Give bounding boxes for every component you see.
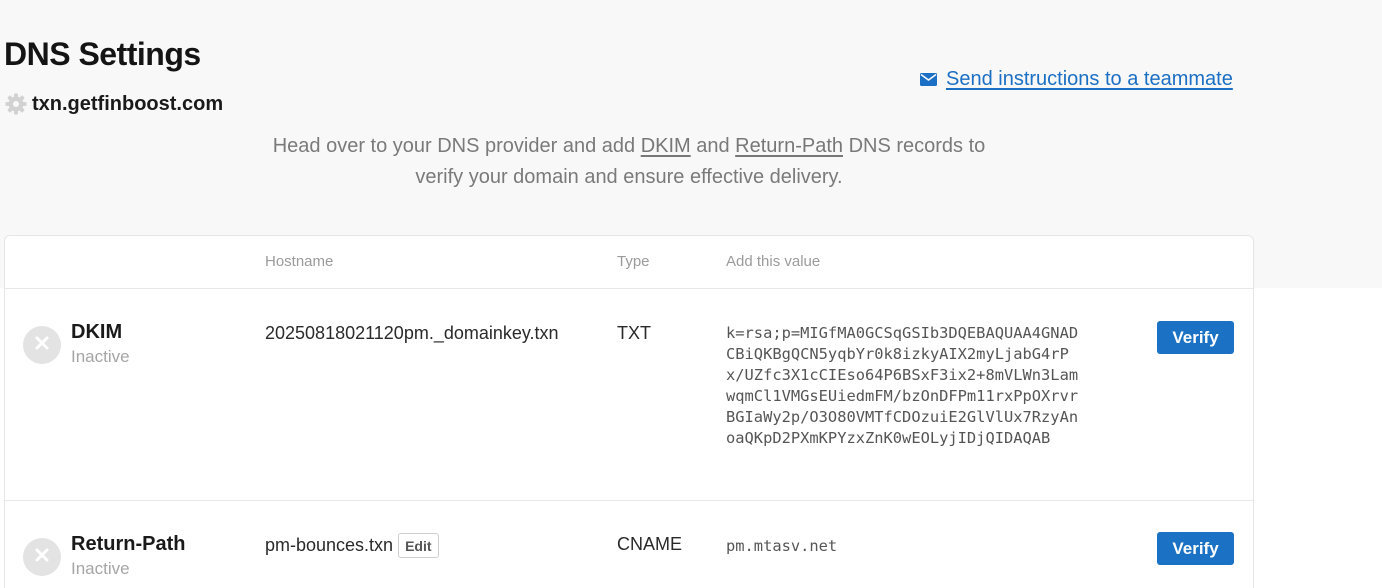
record-hostname[interactable]: pm-bounces.txn (265, 535, 393, 556)
record-value-line: BGIaWy2p/O3O80VMTfCDOzuiE2GlVlUx7RzyAn (726, 407, 1079, 426)
inactive-status-icon (23, 538, 61, 576)
envelope-icon (920, 73, 937, 86)
record-hostname-cell: pm-bounces.txn Edit (265, 533, 439, 558)
intro-text-end: DNS records to (843, 135, 986, 157)
record-status: Inactive (71, 559, 130, 578)
return-path-help-link[interactable]: Return-Path (735, 135, 843, 157)
intro-text-and: and (690, 135, 736, 157)
record-name: DKIM (71, 321, 123, 343)
record-value[interactable]: k=rsa;p=MIGfMA0GCSqGSIb3DQEBAQUAA4GNAD CB… (726, 323, 1078, 448)
record-value-line: x/UZfc3X1cCIEso64P6BSxF3ix2+8mVLWn3Lam (726, 365, 1079, 384)
intro-text: Head over to your DNS provider and add D… (229, 131, 1029, 193)
domain-name: txn.getfinboost.com (32, 92, 224, 115)
record-value[interactable]: pm.mtasv.net (726, 536, 837, 557)
record-value-line: k=rsa;p=MIGfMA0GCSqGSIb3DQEBAQUAA4GNAD (726, 324, 1079, 342)
verify-dkim-button[interactable]: Verify (1157, 321, 1234, 354)
inactive-status-icon (23, 326, 61, 364)
intro-text-line-2: verify your domain and ensure effective … (415, 166, 843, 188)
table-header-divider (5, 288, 1253, 289)
record-value-line: wqmCl1VMGsEUiedmFM/bzOnDFPm11rxPpOXrvr (726, 386, 1079, 405)
record-type: TXT (617, 323, 651, 343)
record-status: Inactive (71, 347, 130, 366)
verify-return-path-button[interactable]: Verify (1157, 532, 1234, 565)
row-divider (5, 500, 1253, 501)
record-value-line: CBiQKBgQCN5yqbYr0k8izkyAIX2myLjabG4rP (726, 344, 1069, 363)
record-type: CNAME (617, 534, 683, 554)
record-name: Return-Path (71, 533, 186, 555)
record-hostname[interactable]: 20250818021120pm._domainkey.txn (265, 323, 559, 344)
send-instructions-link[interactable]: Send instructions to a teammate (920, 68, 1233, 91)
send-instructions-label: Send instructions to a teammate (946, 68, 1233, 90)
column-header-hostname: Hostname (265, 253, 334, 270)
page-title: DNS Settings (4, 36, 201, 72)
gear-icon (4, 92, 28, 116)
intro-text-start: Head over to your DNS provider and add (272, 135, 641, 157)
column-header-type: Type (617, 253, 650, 270)
dkim-help-link[interactable]: DKIM (641, 135, 691, 157)
domain-row: txn.getfinboost.com (4, 92, 223, 116)
column-header-value: Add this value (726, 253, 821, 270)
record-value-line: oaQKpD2PXmKPYzxZnK0wEOLyjIDjQIDAQAB (726, 428, 1051, 447)
edit-hostname-button[interactable]: Edit (398, 533, 439, 558)
close-icon (35, 336, 49, 355)
close-icon (35, 548, 49, 567)
